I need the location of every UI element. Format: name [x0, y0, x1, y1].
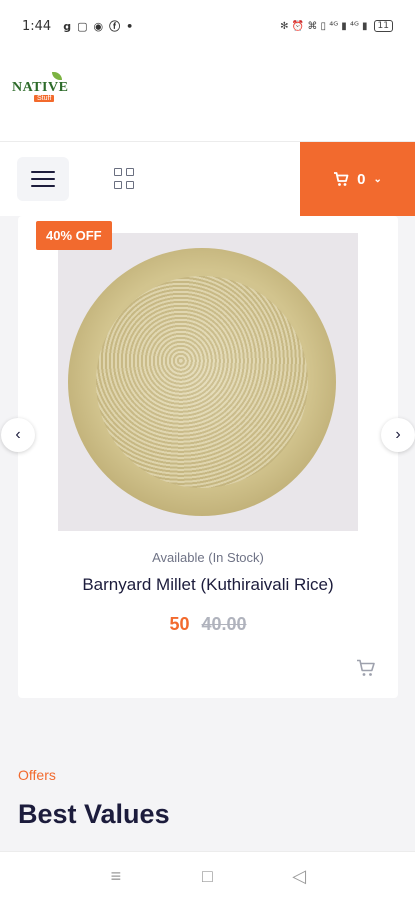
- hamburger-menu-button[interactable]: [17, 157, 69, 201]
- nav-bar: 0 ⌄: [0, 142, 415, 216]
- app-facebook-icon: ⓕ: [109, 20, 121, 33]
- notification-dot-icon: •: [126, 19, 134, 33]
- hamburger-icon-line: [31, 178, 55, 180]
- logo-subtext: Stuff: [34, 95, 55, 102]
- cart-count: 0: [357, 170, 366, 188]
- hamburger-icon: [31, 171, 55, 173]
- leaf-icon: [52, 72, 62, 80]
- header: NATIVE Stuff: [0, 52, 415, 142]
- grid-icon-cell: [126, 181, 134, 189]
- add-to-cart-icon[interactable]: [356, 659, 376, 677]
- battery-icon: 11: [373, 20, 393, 32]
- signal-icons: ✻ ⏰ ⌘ ▯ ⁴ᴳ ▮ ⁴ᴳ ▮: [280, 20, 368, 32]
- grid-icon-cell: [126, 168, 134, 176]
- back-button[interactable]: ◁: [279, 866, 319, 887]
- hamburger-icon-line: [31, 185, 55, 187]
- status-bar: 1:44 g ▢ ◉ ⓕ • ✻ ⏰ ⌘ ▯ ⁴ᴳ ▮ ⁴ᴳ ▮ 11: [0, 0, 415, 52]
- chevron-left-icon: ‹: [15, 426, 21, 443]
- logo-text: NATIVE: [12, 80, 69, 95]
- grid-view-button[interactable]: [113, 167, 137, 191]
- app-circle-icon: ◉: [93, 19, 104, 33]
- cart-icon: [334, 171, 349, 186]
- section-eyebrow: Offers: [18, 767, 56, 783]
- chevron-right-icon: ›: [395, 426, 401, 443]
- availability-status: Available (In Stock): [152, 550, 264, 565]
- site-logo[interactable]: NATIVE Stuff: [12, 72, 69, 108]
- status-system-icons: ✻ ⏰ ⌘ ▯ ⁴ᴳ ▮ ⁴ᴳ ▮ 11: [280, 20, 393, 32]
- system-nav-bar: ≡ □ ◁: [0, 851, 415, 900]
- chevron-down-icon: ⌄: [373, 173, 382, 185]
- carousel-next-button[interactable]: ›: [381, 418, 415, 452]
- price-row: 50 40.00: [18, 614, 398, 635]
- product-image[interactable]: [58, 233, 358, 531]
- discount-badge: 40% OFF: [36, 221, 112, 250]
- app-g-icon: g: [63, 19, 72, 33]
- section-title: Best Values: [18, 799, 170, 829]
- millet-bowl-image: [68, 248, 336, 516]
- millet-grain-texture: [96, 276, 308, 488]
- app-square-icon: ▢: [77, 19, 88, 33]
- product-card[interactable]: 40% OFF Available (In Stock) Barnyard Mi…: [18, 216, 398, 698]
- grid-icon: [114, 168, 122, 176]
- carousel-prev-button[interactable]: ‹: [1, 418, 35, 452]
- home-button[interactable]: □: [187, 866, 227, 887]
- status-time: 1:44: [22, 18, 52, 34]
- cart-button[interactable]: 0 ⌄: [300, 142, 415, 216]
- original-price: 40.00: [201, 614, 247, 634]
- recents-button[interactable]: ≡: [96, 866, 136, 887]
- grid-icon-cell: [114, 181, 122, 189]
- status-app-icons: g ▢ ◉ ⓕ •: [63, 18, 133, 34]
- product-title[interactable]: Barnyard Millet (Kuthiraivali Rice): [18, 575, 398, 595]
- current-price: 50: [169, 614, 190, 634]
